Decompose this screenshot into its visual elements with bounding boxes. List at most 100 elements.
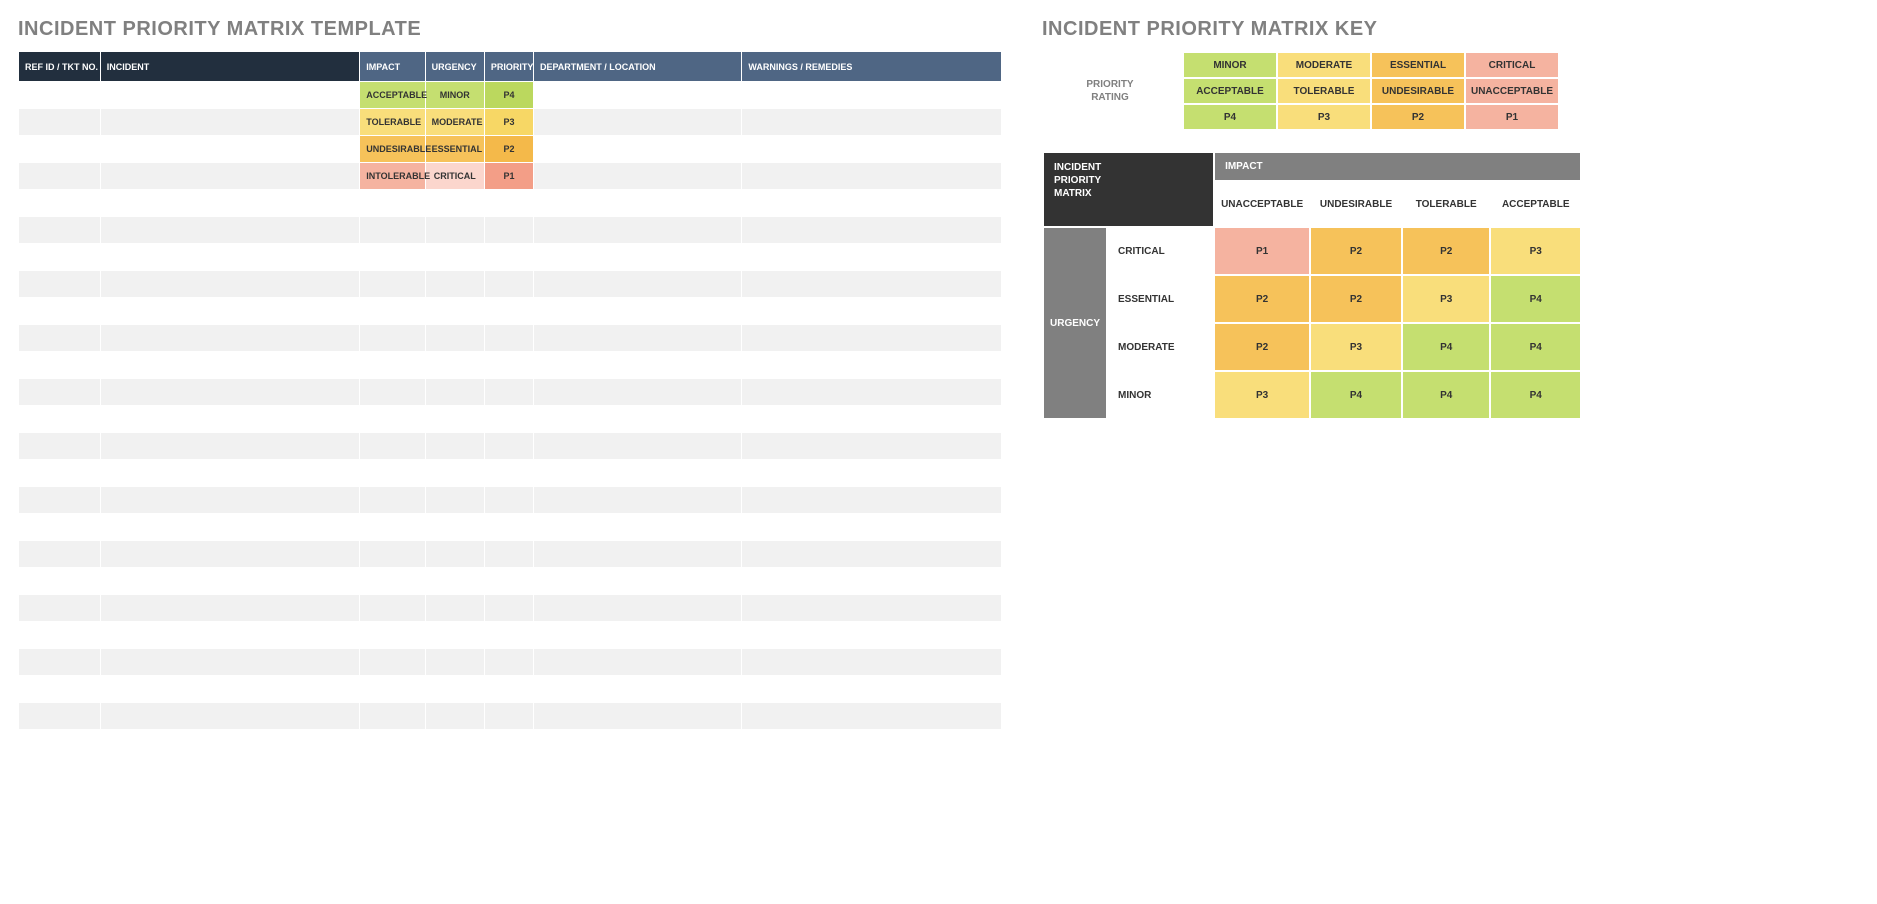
priority-rating-table: PRIORITYRATINGMINORMODERATEESSENTIALCRIT… (1042, 51, 1560, 131)
priority-matrix-table: INCIDENTPRIORITYMATRIXIMPACTUNACCEPTABLE… (1042, 151, 1582, 420)
cell-dept[interactable] (533, 109, 741, 136)
key-section: INCIDENT PRIORITY MATRIX KEY PRIORITYRAT… (1042, 18, 1582, 420)
template-table: REF ID / TKT NO. INCIDENT IMPACT URGENCY… (18, 51, 1002, 757)
table-row[interactable] (19, 298, 1002, 325)
col-priority: PRIORITY (484, 52, 533, 82)
cell-priority[interactable]: P3 (484, 109, 533, 136)
impact-col-head: UNDESIRABLE (1310, 181, 1402, 227)
table-row[interactable]: ACCEPTABLEMINORP4 (19, 82, 1002, 109)
rating-cell: ACCEPTABLE (1183, 78, 1277, 104)
table-row[interactable] (19, 649, 1002, 676)
table-row[interactable] (19, 730, 1002, 757)
table-row[interactable]: UNDESIRABLEESSENTIALP2 (19, 136, 1002, 163)
rating-cell: ESSENTIAL (1371, 52, 1465, 78)
cell-warn[interactable] (742, 136, 1002, 163)
matrix-cell: P3 (1310, 323, 1402, 371)
col-impact: IMPACT (360, 52, 425, 82)
table-row[interactable] (19, 244, 1002, 271)
table-row[interactable] (19, 352, 1002, 379)
priority-rating-label: PRIORITYRATING (1043, 52, 1183, 130)
rating-cell: TOLERABLE (1277, 78, 1371, 104)
urgency-row-label: CRITICAL (1107, 227, 1214, 275)
cell-ref[interactable] (19, 136, 101, 163)
table-row[interactable] (19, 595, 1002, 622)
table-row[interactable] (19, 406, 1002, 433)
table-row[interactable] (19, 460, 1002, 487)
cell-priority[interactable]: P1 (484, 163, 533, 190)
cell-urgency[interactable]: ESSENTIAL (425, 136, 484, 163)
col-dept: DEPARTMENT / LOCATION (533, 52, 741, 82)
table-row[interactable] (19, 541, 1002, 568)
matrix-cell: P3 (1490, 227, 1581, 275)
table-row[interactable] (19, 568, 1002, 595)
table-row[interactable] (19, 676, 1002, 703)
urgency-header: URGENCY (1043, 227, 1107, 419)
urgency-row-label: ESSENTIAL (1107, 275, 1214, 323)
rating-cell: P3 (1277, 104, 1371, 130)
matrix-cell: P1 (1214, 227, 1310, 275)
rating-cell: P1 (1465, 104, 1559, 130)
cell-urgency[interactable]: MODERATE (425, 109, 484, 136)
rating-cell: UNACCEPTABLE (1465, 78, 1559, 104)
cell-ref[interactable] (19, 163, 101, 190)
matrix-cell: P4 (1402, 323, 1491, 371)
cell-dept[interactable] (533, 82, 741, 109)
col-warn: WARNINGS / REMEDIES (742, 52, 1002, 82)
rating-cell: UNDESIRABLE (1371, 78, 1465, 104)
cell-priority[interactable]: P2 (484, 136, 533, 163)
table-row[interactable]: INTOLERABLECRITICALP1 (19, 163, 1002, 190)
cell-warn[interactable] (742, 109, 1002, 136)
col-ref: REF ID / TKT NO. (19, 52, 101, 82)
rating-cell: MINOR (1183, 52, 1277, 78)
matrix-cell: P4 (1310, 371, 1402, 419)
matrix-cell: P2 (1214, 323, 1310, 371)
table-row[interactable] (19, 487, 1002, 514)
cell-incident[interactable] (100, 109, 360, 136)
priority-rating-block: PRIORITYRATINGMINORMODERATEESSENTIALCRIT… (1042, 51, 1582, 131)
cell-dept[interactable] (533, 136, 741, 163)
cell-urgency[interactable]: MINOR (425, 82, 484, 109)
matrix-cell: P4 (1490, 371, 1581, 419)
cell-impact[interactable]: UNDESIRABLE (360, 136, 425, 163)
table-row[interactable] (19, 433, 1002, 460)
rating-cell: CRITICAL (1465, 52, 1559, 78)
col-incident: INCIDENT (100, 52, 360, 82)
table-row[interactable] (19, 190, 1002, 217)
template-header-row: REF ID / TKT NO. INCIDENT IMPACT URGENCY… (19, 52, 1002, 82)
table-row[interactable] (19, 514, 1002, 541)
matrix-cell: P3 (1402, 275, 1491, 323)
matrix-cell: P2 (1310, 227, 1402, 275)
cell-warn[interactable] (742, 163, 1002, 190)
matrix-cell: P4 (1490, 323, 1581, 371)
template-section: INCIDENT PRIORITY MATRIX TEMPLATE REF ID… (18, 18, 1002, 757)
cell-incident[interactable] (100, 136, 360, 163)
cell-urgency[interactable]: CRITICAL (425, 163, 484, 190)
cell-ref[interactable] (19, 82, 101, 109)
table-row[interactable] (19, 622, 1002, 649)
cell-dept[interactable] (533, 163, 741, 190)
table-row[interactable] (19, 379, 1002, 406)
matrix-cell: P4 (1490, 275, 1581, 323)
cell-impact[interactable]: TOLERABLE (360, 109, 425, 136)
cell-impact[interactable]: INTOLERABLE (360, 163, 425, 190)
matrix-corner: INCIDENTPRIORITYMATRIX (1043, 152, 1214, 227)
rating-cell: P2 (1371, 104, 1465, 130)
cell-incident[interactable] (100, 163, 360, 190)
cell-impact[interactable]: ACCEPTABLE (360, 82, 425, 109)
cell-incident[interactable] (100, 82, 360, 109)
template-title: INCIDENT PRIORITY MATRIX TEMPLATE (18, 18, 1002, 41)
urgency-row-label: MODERATE (1107, 323, 1214, 371)
table-row[interactable] (19, 703, 1002, 730)
cell-ref[interactable] (19, 109, 101, 136)
matrix-cell: P2 (1310, 275, 1402, 323)
rating-cell: MODERATE (1277, 52, 1371, 78)
urgency-row-label: MINOR (1107, 371, 1214, 419)
cell-warn[interactable] (742, 82, 1002, 109)
cell-priority[interactable]: P4 (484, 82, 533, 109)
table-row[interactable]: TOLERABLEMODERATEP3 (19, 109, 1002, 136)
table-row[interactable] (19, 271, 1002, 298)
matrix-cell: P2 (1402, 227, 1491, 275)
table-row[interactable] (19, 325, 1002, 352)
table-row[interactable] (19, 217, 1002, 244)
matrix-cell: P3 (1214, 371, 1310, 419)
